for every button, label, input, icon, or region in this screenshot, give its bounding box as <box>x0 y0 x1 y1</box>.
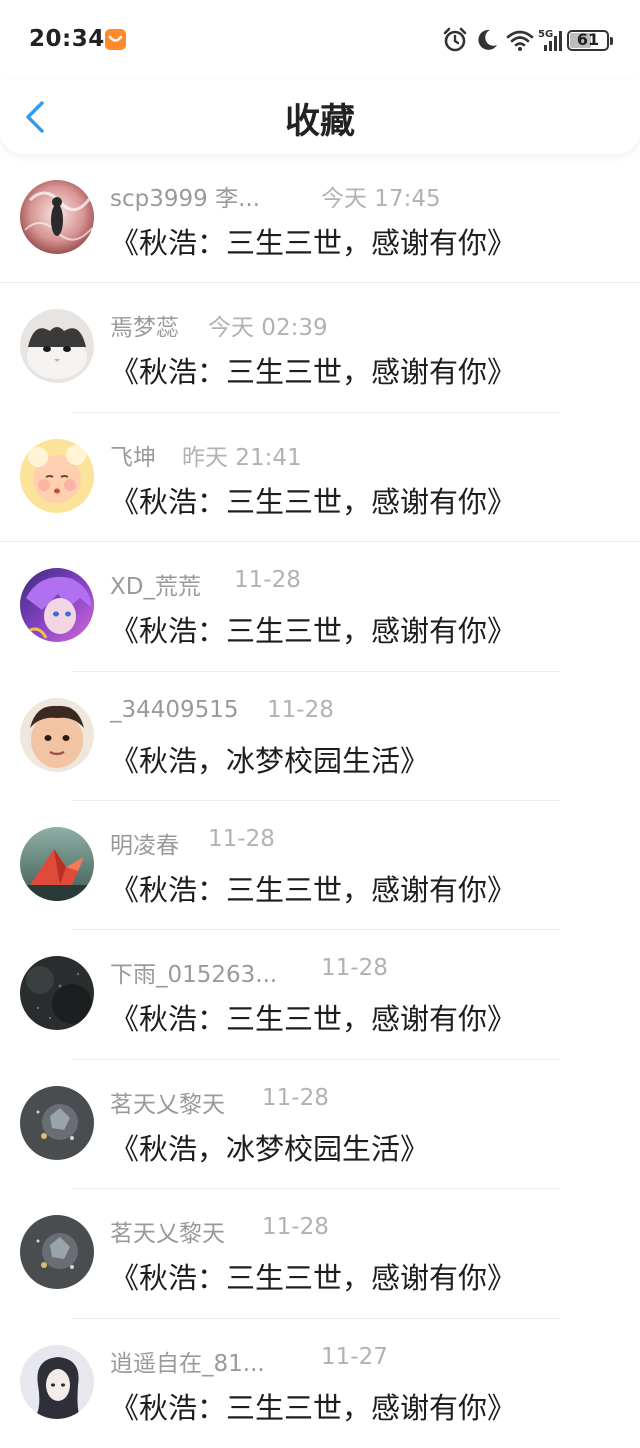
avatar[interactable] <box>20 697 94 772</box>
work-title[interactable]: 《秋浩：三生三世，感谢有你》 <box>110 479 516 521</box>
username: 飞坤 <box>110 444 156 471</box>
list-item[interactable]: 茗天乂黎天 11-28 《秋浩，冰梦校园生活》 <box>0 1060 640 1190</box>
avatar[interactable] <box>20 956 94 1031</box>
work-title[interactable]: 《秋浩：三生三世，感谢有你》 <box>110 1255 516 1297</box>
username: XD_荒荒 <box>110 574 201 601</box>
timestamp: 11-28 <box>267 696 334 723</box>
username: 下雨_015263... <box>110 962 278 989</box>
list-item[interactable]: 明凌春 11-28 《秋浩：三生三世，感谢有你》 <box>0 801 640 931</box>
svg-text:5G: 5G <box>538 29 553 40</box>
username: _34409515 <box>110 696 239 723</box>
alarm-icon <box>442 27 468 57</box>
battery-icon: 61 <box>567 30 609 51</box>
username: 茗天乂黎天 <box>110 1091 225 1118</box>
status-time: 20:34 <box>29 26 105 52</box>
list-item[interactable]: 焉梦蕊 今天 02:39 《秋浩：三生三世，感谢有你》 <box>0 283 640 413</box>
list-item[interactable]: XD_荒荒 11-28 《秋浩：三生三世，感谢有你》 <box>0 542 640 672</box>
avatar[interactable] <box>20 568 94 643</box>
work-title[interactable]: 《秋浩，冰梦校园生活》 <box>110 1126 429 1168</box>
page-title: 收藏 <box>284 102 355 142</box>
cellular-signal-icon: 5G <box>538 27 564 57</box>
avatar[interactable] <box>20 309 94 384</box>
username: 明凌春 <box>110 832 179 859</box>
battery-level: 61 <box>576 30 600 49</box>
favorites-list: scp3999 李... 今天 17:45 《秋浩：三生三世，感谢有你》 焉梦蕊… <box>0 154 640 1448</box>
work-title[interactable]: 《秋浩：三生三世，感谢有你》 <box>110 867 516 909</box>
nav-bar: 收藏 <box>0 80 640 154</box>
wifi-icon <box>506 27 534 57</box>
timestamp: 11-28 <box>234 567 301 594</box>
list-item[interactable]: scp3999 李... 今天 17:45 《秋浩：三生三世，感谢有你》 <box>0 154 640 284</box>
avatar[interactable] <box>20 438 94 513</box>
list-item[interactable]: 下雨_015263... 11-28 《秋浩：三生三世，感谢有你》 <box>0 930 640 1060</box>
work-title[interactable]: 《秋浩：三生三世，感谢有你》 <box>110 608 516 650</box>
list-item[interactable]: 逍遥自在_81... 11-27 《秋浩：三生三世，感谢有你》 <box>0 1319 640 1448</box>
work-title[interactable]: 《秋浩：三生三世，感谢有你》 <box>110 220 516 262</box>
avatar[interactable] <box>20 1344 94 1419</box>
timestamp: 11-28 <box>208 825 275 852</box>
timestamp: 11-27 <box>321 1343 388 1370</box>
avatar[interactable] <box>20 1215 94 1290</box>
username: 逍遥自在_81... <box>110 1350 265 1377</box>
list-item[interactable]: _34409515 11-28 《秋浩，冰梦校园生活》 <box>0 672 640 801</box>
list-item[interactable]: 飞坤 昨天 21:41 《秋浩：三生三世，感谢有你》 <box>0 413 640 543</box>
work-title[interactable]: 《秋浩：三生三世，感谢有你》 <box>110 996 516 1038</box>
work-title[interactable]: 《秋浩，冰梦校园生活》 <box>110 738 429 780</box>
timestamp: 今天 02:39 <box>208 315 328 342</box>
moon-icon <box>475 27 499 57</box>
username: scp3999 李... <box>110 186 261 212</box>
list-item[interactable]: 茗天乂黎天 11-28 《秋浩：三生三世，感谢有你》 <box>0 1189 640 1319</box>
timestamp: 今天 17:45 <box>321 186 441 212</box>
work-title[interactable]: 《秋浩：三生三世，感谢有你》 <box>110 1385 516 1427</box>
avatar[interactable] <box>20 826 94 901</box>
shield-icon <box>105 29 126 50</box>
username: 茗天乂黎天 <box>110 1221 225 1248</box>
timestamp: 11-28 <box>262 1214 329 1241</box>
avatar[interactable] <box>20 1085 94 1160</box>
username: 焉梦蕊 <box>110 315 179 342</box>
battery-tip <box>610 37 613 45</box>
timestamp: 11-28 <box>321 955 388 982</box>
timestamp: 11-28 <box>262 1084 329 1111</box>
timestamp: 昨天 21:41 <box>182 444 302 471</box>
status-bar: 20:34 5G 61 <box>0 0 640 80</box>
status-icons: 5G 61 <box>442 27 614 53</box>
work-title[interactable]: 《秋浩：三生三世，感谢有你》 <box>110 349 516 391</box>
avatar[interactable] <box>20 180 94 254</box>
